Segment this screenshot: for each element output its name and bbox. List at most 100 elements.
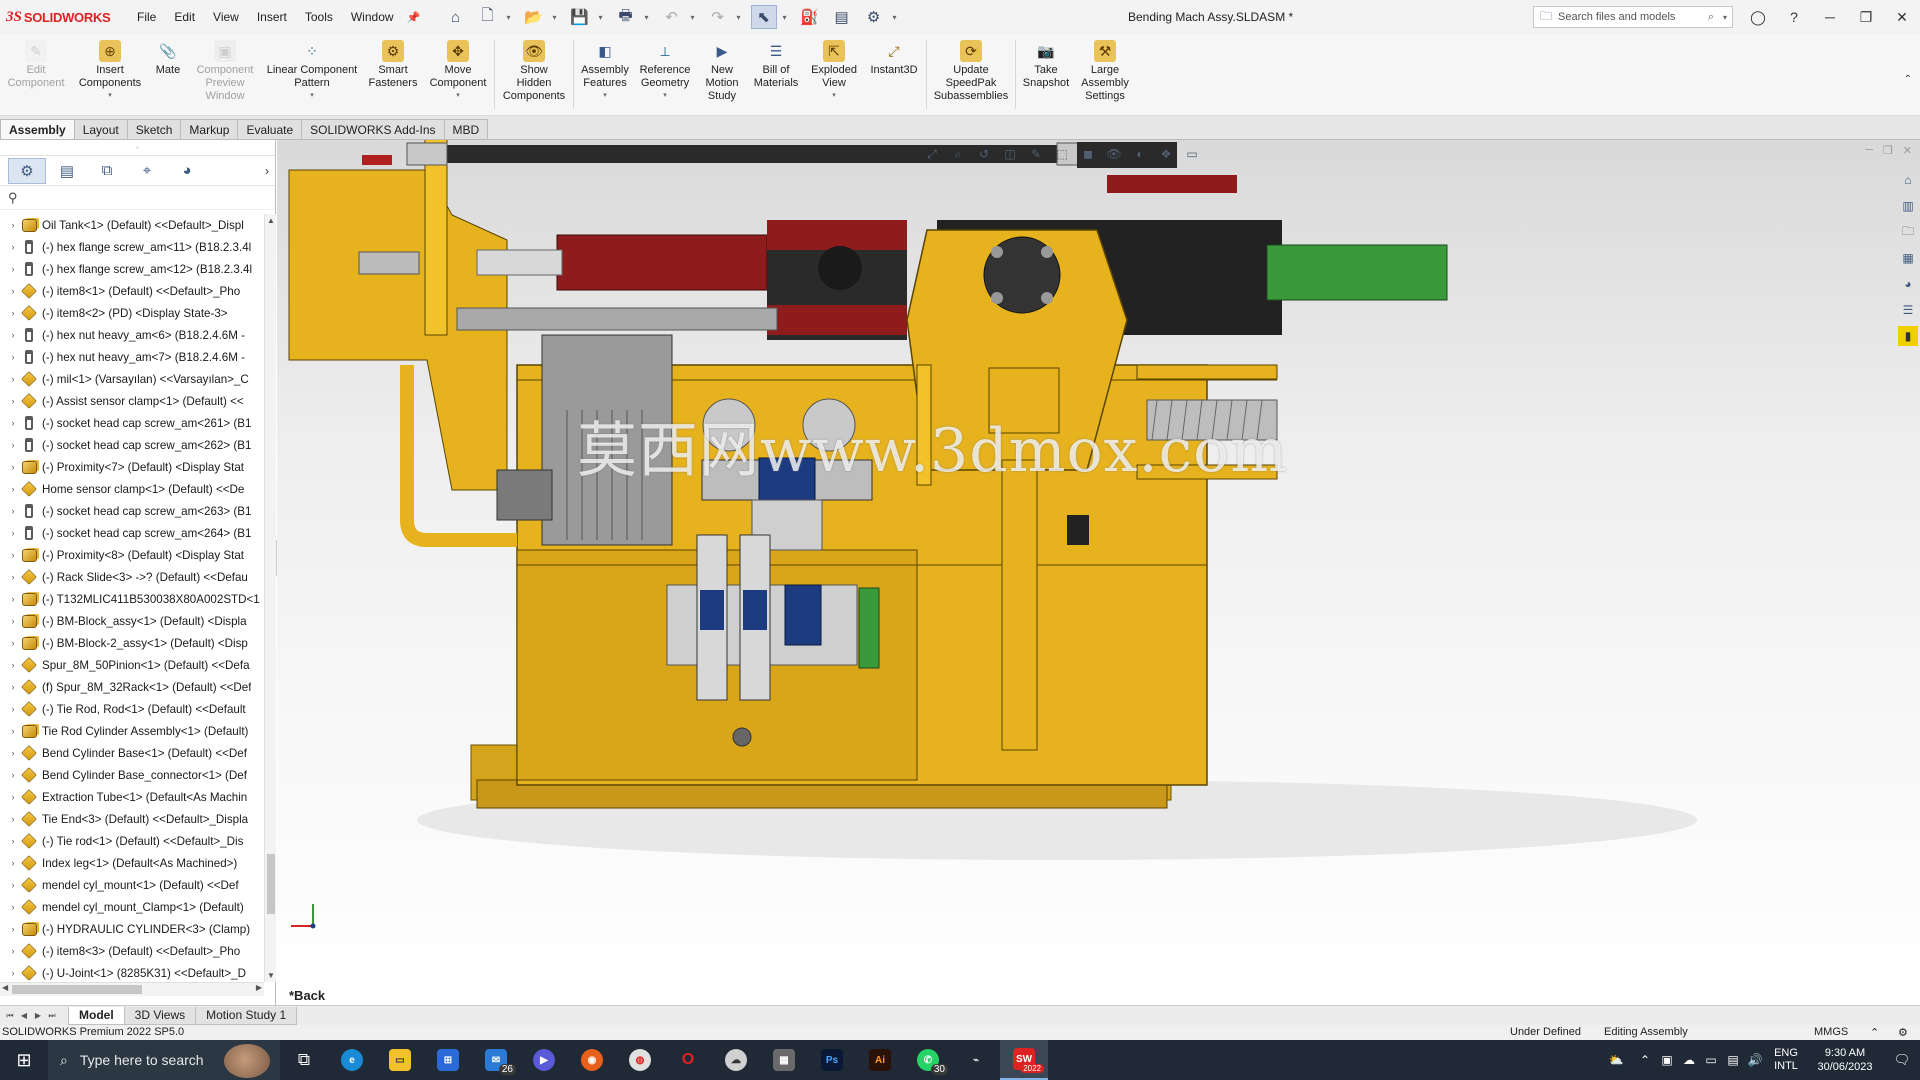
expand-chevron-icon[interactable]: › — [6, 506, 20, 516]
expand-chevron-icon[interactable]: › — [6, 968, 20, 978]
print-dropdown-icon[interactable]: ▾ — [645, 13, 653, 22]
dynamic-annotation-icon[interactable]: ✎ — [1026, 145, 1046, 163]
save-icon[interactable]: 💾 — [567, 5, 593, 29]
viewport-restore-icon[interactable]: ❐ — [1883, 144, 1893, 157]
battery-icon[interactable]: ▭ — [1700, 1053, 1722, 1067]
tree-item[interactable]: › Tie Rod Cylinder Assembly<1> (Default) — [0, 720, 264, 742]
large-assembly-settings-button[interactable]: ⚒ Large Assembly Settings — [1074, 34, 1136, 115]
tree-item[interactable]: › (-) item8<2> (PD) <Display State-3> — [0, 302, 264, 324]
expand-chevron-icon[interactable]: › — [6, 528, 20, 538]
search-icon[interactable]: ⌕ — [1708, 11, 1714, 24]
scroll-left-icon[interactable]: ◀ — [2, 983, 8, 992]
volume-icon[interactable]: 🔊 — [1744, 1053, 1766, 1067]
apply-scene-icon[interactable]: ❖ — [1156, 145, 1176, 163]
redo-icon[interactable]: ↷ — [705, 5, 731, 29]
filter-icon[interactable]: ⚲ — [8, 190, 18, 206]
tree-item[interactable]: › (-) BM-Block_assy<1> (Default) <Displa — [0, 610, 264, 632]
tree-item[interactable]: › mendel cyl_mount<1> (Default) <<Def — [0, 874, 264, 896]
tree-item[interactable]: › mendel cyl_mount_Clamp<1> (Default) — [0, 896, 264, 918]
tree-item[interactable]: › (-) mil<1> (Varsayılan) <<Varsayılan>_C — [0, 368, 264, 390]
solidworks-forum-icon[interactable]: ▮ — [1898, 326, 1918, 346]
expand-chevron-icon[interactable]: › — [6, 682, 20, 692]
component-preview-window-button[interactable]: ▣ Component Preview Window — [188, 34, 262, 115]
featuremanager-tree-icon[interactable]: ⚙ — [8, 157, 46, 184]
section-view-icon[interactable]: ◫ — [1000, 145, 1020, 163]
solidworks-resources-icon[interactable]: ⌂ — [1898, 170, 1918, 190]
open-dropdown-icon[interactable]: ▾ — [553, 13, 561, 22]
zoom-area-icon[interactable]: ⌕ — [948, 145, 968, 163]
undo-dropdown-icon[interactable]: ▾ — [691, 13, 699, 22]
expand-chevron-icon[interactable]: › — [6, 704, 20, 714]
meet-now-icon[interactable]: ▣ — [1656, 1053, 1678, 1067]
opera-icon[interactable]: O — [664, 1040, 712, 1080]
tab-model[interactable]: Model — [68, 1006, 125, 1025]
expand-chevron-icon[interactable]: › — [6, 374, 20, 384]
undo-icon[interactable]: ↶ — [659, 5, 685, 29]
taskbar-search-input[interactable]: ⌕ Type here to search — [48, 1040, 280, 1080]
network-icon[interactable]: ▤ — [1722, 1053, 1744, 1067]
linear-component-pattern-button[interactable]: ⁘ Linear Component Pattern ▾ — [262, 34, 362, 115]
tree-item[interactable]: › (-) Rack Slide<3> ->? (Default) <<Defau — [0, 566, 264, 588]
tree-item[interactable]: › (-) item8<1> (Default) <<Default>_Pho — [0, 280, 264, 302]
tree-item[interactable]: › (-) Proximity<7> (Default) <Display Sta… — [0, 456, 264, 478]
menu-file[interactable]: File — [128, 10, 165, 24]
user-account-icon[interactable]: ◯ — [1740, 9, 1776, 26]
tree-item[interactable]: › (-) U-Joint<1> (8285K31) <<Default>_D — [0, 962, 264, 982]
mate-button[interactable]: 📎 Mate — [148, 34, 188, 115]
configuration-manager-icon[interactable]: ⧉ — [88, 158, 126, 184]
messenger-icon[interactable]: ☁ — [712, 1040, 760, 1080]
expand-chevron-icon[interactable]: › — [6, 946, 20, 956]
options-gear-icon[interactable]: ⚙ — [861, 5, 887, 29]
tree-item[interactable]: › (-) Assist sensor clamp<1> (Default) << — [0, 390, 264, 412]
tree-item[interactable]: › (f) Spur_8M_32Rack<1> (Default) <<Def — [0, 676, 264, 698]
graphics-area[interactable]: ⤢ ⌕ ↺ ◫ ✎ ⬚ ◼ 👁 ◐ ❖ ▭ ─ ❐ ✕ ⌂ ▥ 🗀 ▦ ◕ ☰ … — [277, 140, 1920, 1005]
edit-component-button[interactable]: ✎ Edit Component — [0, 34, 72, 115]
viewport-minimize-icon[interactable]: ─ — [1865, 144, 1873, 157]
file-explorer-taskbar-icon[interactable]: ▭ — [376, 1040, 424, 1080]
quick-tips-icon[interactable]: ⚙ — [1898, 1026, 1908, 1039]
assembly-features-button[interactable]: ◧ Assembly Features ▾ — [576, 34, 634, 115]
home-icon[interactable]: ⌂ — [443, 5, 469, 29]
chrome-icon[interactable]: ◍ — [616, 1040, 664, 1080]
calculator-icon[interactable]: ▦ — [760, 1040, 808, 1080]
display-manager-icon[interactable]: ◕ — [168, 158, 206, 184]
custom-properties-icon[interactable]: ☰ — [1898, 300, 1918, 320]
expand-chevron-icon[interactable]: › — [6, 396, 20, 406]
bill-of-materials-button[interactable]: ☰ Bill of Materials — [748, 34, 804, 115]
help-icon[interactable]: ? — [1776, 9, 1812, 25]
tree-item[interactable]: › (-) hex flange screw_am<12> (B18.2.3.4l — [0, 258, 264, 280]
tree-item[interactable]: › (-) socket head cap screw_am<262> (B1 — [0, 434, 264, 456]
tree-item[interactable]: › Spur_8M_50Pinion<1> (Default) <<Defa — [0, 654, 264, 676]
units-selector[interactable]: MMGS — [1814, 1026, 1848, 1038]
tree-item[interactable]: › Oil Tank<1> (Default) <<Default>_Displ — [0, 214, 264, 236]
select-dropdown-icon[interactable]: ▾ — [783, 13, 791, 22]
new-motion-study-button[interactable]: ▶ New Motion Study — [696, 34, 748, 115]
teams-icon[interactable]: ▶ — [520, 1040, 568, 1080]
expand-chevron-icon[interactable]: › — [6, 924, 20, 934]
linear-pattern-dropdown-icon[interactable]: ▾ — [310, 91, 314, 99]
weather-icon[interactable]: ⛅ — [1598, 1053, 1634, 1067]
tree-item[interactable]: › (-) item8<3> (Default) <<Default>_Pho — [0, 940, 264, 962]
expand-chevron-icon[interactable]: › — [6, 308, 20, 318]
menu-insert[interactable]: Insert — [248, 10, 296, 24]
expand-chevron-icon[interactable]: › — [6, 880, 20, 890]
next-tab-icon[interactable]: ▶ — [32, 1011, 44, 1021]
new-dropdown-icon[interactable]: ▾ — [507, 13, 515, 22]
tree-horizontal-scrollbar[interactable]: ◀ ▶ — [0, 982, 264, 996]
expand-chevron-icon[interactable]: › — [6, 594, 20, 604]
exploded-view-dropdown-icon[interactable]: ▾ — [832, 91, 836, 99]
tree-item[interactable]: › (-) Tie Rod, Rod<1> (Default) <<Default — [0, 698, 264, 720]
reference-triad[interactable] — [283, 898, 323, 938]
view-palette-icon[interactable]: ▦ — [1898, 248, 1918, 268]
expand-chevron-icon[interactable]: › — [6, 660, 20, 670]
bending-machine-model[interactable] — [277, 140, 1920, 1005]
hscroll-thumb[interactable] — [12, 985, 142, 994]
property-manager-icon[interactable]: ▤ — [48, 158, 86, 184]
search-files-input[interactable]: 🗀 Search files and models ⌕ ▾ — [1533, 6, 1733, 28]
view-orientation-icon[interactable]: ⬚ — [1052, 145, 1072, 163]
tree-item[interactable]: › Index leg<1> (Default<As Machined>) — [0, 852, 264, 874]
expand-chevron-icon[interactable]: › — [6, 330, 20, 340]
tab-sketch[interactable]: Sketch — [126, 119, 182, 139]
take-snapshot-button[interactable]: 📷 Take Snapshot — [1018, 34, 1074, 115]
tree-item[interactable]: › Bend Cylinder Base_connector<1> (Def — [0, 764, 264, 786]
